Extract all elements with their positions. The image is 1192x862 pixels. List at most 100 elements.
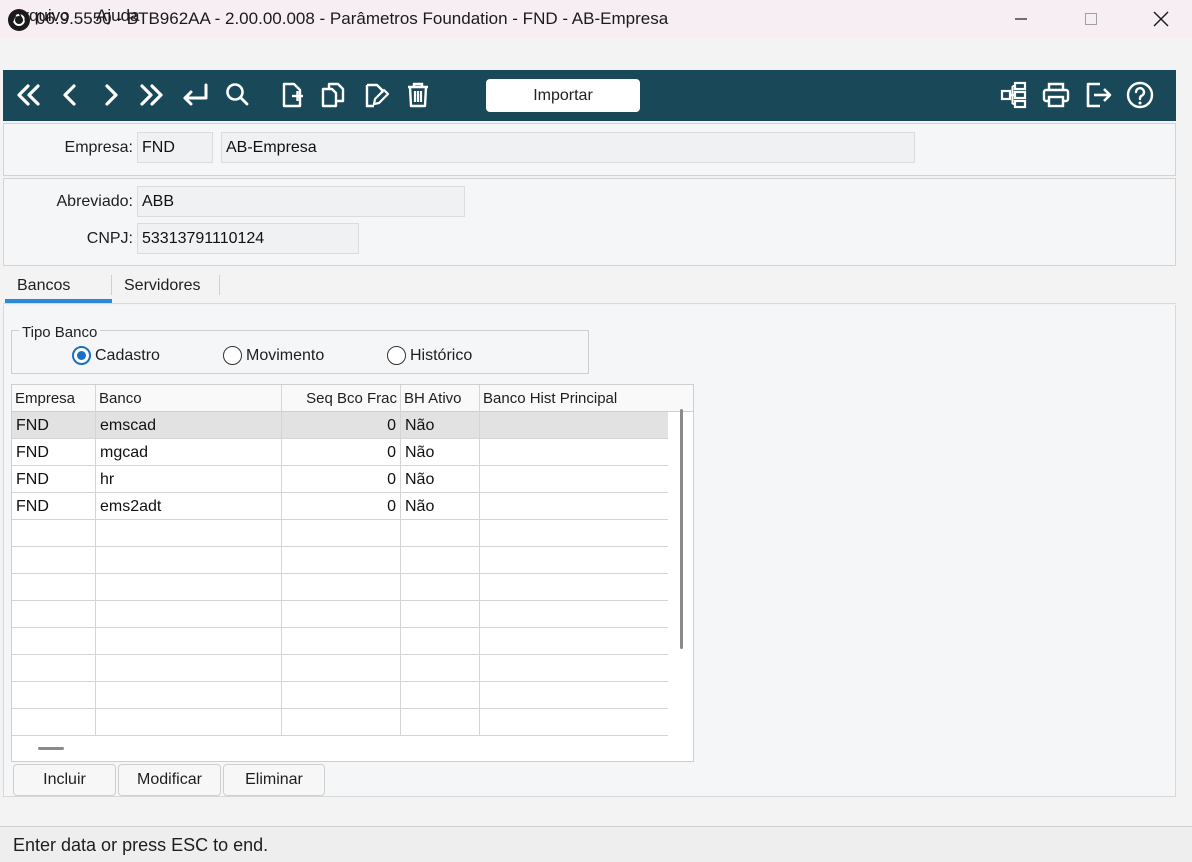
- cell-banco[interactable]: ems2adt: [96, 493, 282, 520]
- cell-bh-ativo[interactable]: Não: [401, 412, 480, 439]
- cell-empresa[interactable]: [12, 709, 96, 736]
- horizontal-scrollbar[interactable]: [38, 747, 64, 750]
- table-row[interactable]: FND hr 0 Não: [12, 466, 668, 493]
- cell-banco-hist-principal[interactable]: [480, 682, 668, 709]
- cell-banco[interactable]: [96, 709, 282, 736]
- cell-seq-bco-frac[interactable]: [282, 682, 401, 709]
- cell-banco[interactable]: [96, 574, 282, 601]
- cell-bh-ativo[interactable]: [401, 547, 480, 574]
- cell-banco-hist-principal[interactable]: [480, 412, 668, 439]
- minimize-button[interactable]: [998, 0, 1044, 38]
- column-header-empresa[interactable]: Empresa: [12, 385, 96, 412]
- previous-record-button[interactable]: [53, 78, 87, 112]
- cell-banco-hist-principal[interactable]: [480, 493, 668, 520]
- cell-banco[interactable]: [96, 520, 282, 547]
- column-header-seq-bco-frac[interactable]: Seq Bco Frac: [282, 385, 401, 412]
- eliminar-button[interactable]: Eliminar: [223, 764, 325, 796]
- abreviado-field[interactable]: ABB: [137, 186, 465, 217]
- cell-banco[interactable]: [96, 655, 282, 682]
- column-header-banco-hist-principal[interactable]: Banco Hist Principal: [480, 385, 693, 412]
- hierarchy-button[interactable]: [997, 78, 1031, 112]
- cell-empresa[interactable]: [12, 628, 96, 655]
- tab-servidores[interactable]: Servidores: [124, 277, 200, 295]
- cell-seq-bco-frac[interactable]: [282, 601, 401, 628]
- print-button[interactable]: [1039, 78, 1073, 112]
- help-button[interactable]: [1123, 78, 1157, 112]
- cell-seq-bco-frac[interactable]: 0: [282, 493, 401, 520]
- empty-table-row[interactable]: [12, 655, 668, 682]
- radio-cadastro[interactable]: [72, 346, 91, 365]
- cell-empresa[interactable]: [12, 682, 96, 709]
- cell-seq-bco-frac[interactable]: [282, 520, 401, 547]
- column-header-banco[interactable]: Banco: [96, 385, 282, 412]
- cell-bh-ativo[interactable]: [401, 628, 480, 655]
- cell-banco-hist-principal[interactable]: [480, 439, 668, 466]
- cell-seq-bco-frac[interactable]: 0: [282, 439, 401, 466]
- column-header-bh-ativo[interactable]: BH Ativo: [401, 385, 480, 412]
- cell-seq-bco-frac[interactable]: [282, 655, 401, 682]
- cell-empresa[interactable]: [12, 520, 96, 547]
- table-row[interactable]: FND ems2adt 0 Não: [12, 493, 668, 520]
- cell-banco-hist-principal[interactable]: [480, 520, 668, 547]
- empresa-code-field[interactable]: FND: [137, 132, 213, 163]
- cell-seq-bco-frac[interactable]: 0: [282, 412, 401, 439]
- cell-bh-ativo[interactable]: [401, 601, 480, 628]
- empty-table-row[interactable]: [12, 628, 668, 655]
- cell-banco-hist-principal[interactable]: [480, 466, 668, 493]
- exit-button[interactable]: [1081, 78, 1115, 112]
- empty-table-row[interactable]: [12, 574, 668, 601]
- cell-banco-hist-principal[interactable]: [480, 709, 668, 736]
- next-record-button[interactable]: [94, 78, 128, 112]
- cell-banco[interactable]: [96, 547, 282, 574]
- empresa-name-field[interactable]: AB-Empresa: [221, 132, 915, 163]
- radio-movimento[interactable]: [223, 346, 242, 365]
- goto-button[interactable]: [178, 78, 212, 112]
- cell-empresa[interactable]: FND: [12, 412, 96, 439]
- cell-banco-hist-principal[interactable]: [480, 547, 668, 574]
- cell-banco-hist-principal[interactable]: [480, 601, 668, 628]
- radio-historico-label[interactable]: Histórico: [410, 347, 472, 365]
- cell-bh-ativo[interactable]: [401, 520, 480, 547]
- cell-bh-ativo[interactable]: Não: [401, 493, 480, 520]
- radio-historico[interactable]: [387, 346, 406, 365]
- cell-banco-hist-principal[interactable]: [480, 628, 668, 655]
- importar-button[interactable]: Importar: [486, 79, 640, 112]
- menu-arquivo[interactable]: Arquivo: [12, 6, 70, 26]
- empty-table-row[interactable]: [12, 682, 668, 709]
- maximize-button[interactable]: [1068, 0, 1114, 38]
- cell-bh-ativo[interactable]: [401, 655, 480, 682]
- cell-seq-bco-frac[interactable]: 0: [282, 466, 401, 493]
- incluir-button[interactable]: Incluir: [13, 764, 116, 796]
- cell-seq-bco-frac[interactable]: [282, 709, 401, 736]
- cell-seq-bco-frac[interactable]: [282, 628, 401, 655]
- search-button[interactable]: [220, 78, 254, 112]
- cell-bh-ativo[interactable]: Não: [401, 466, 480, 493]
- empty-table-row[interactable]: [12, 520, 668, 547]
- cell-empresa[interactable]: [12, 655, 96, 682]
- radio-cadastro-label[interactable]: Cadastro: [95, 347, 160, 365]
- menu-ajuda[interactable]: Ajuda: [96, 6, 139, 26]
- cell-empresa[interactable]: FND: [12, 493, 96, 520]
- edit-record-button[interactable]: [359, 78, 393, 112]
- empty-table-row[interactable]: [12, 547, 668, 574]
- radio-movimento-label[interactable]: Movimento: [246, 347, 324, 365]
- bancos-grid[interactable]: Empresa Banco Seq Bco Frac BH Ativo Banc…: [11, 384, 694, 762]
- cell-banco-hist-principal[interactable]: [480, 574, 668, 601]
- cell-empresa[interactable]: [12, 574, 96, 601]
- empty-table-row[interactable]: [12, 601, 668, 628]
- delete-record-button[interactable]: [401, 78, 435, 112]
- last-record-button[interactable]: [135, 78, 169, 112]
- first-record-button[interactable]: [11, 78, 45, 112]
- cell-banco[interactable]: emscad: [96, 412, 282, 439]
- empty-table-row[interactable]: [12, 709, 668, 736]
- new-record-button[interactable]: [275, 78, 309, 112]
- cell-banco[interactable]: [96, 628, 282, 655]
- cell-empresa[interactable]: [12, 547, 96, 574]
- cell-banco[interactable]: mgcad: [96, 439, 282, 466]
- close-button[interactable]: [1138, 0, 1184, 38]
- cell-empresa[interactable]: FND: [12, 466, 96, 493]
- cell-bh-ativo[interactable]: [401, 574, 480, 601]
- copy-record-button[interactable]: [316, 78, 350, 112]
- vertical-scrollbar[interactable]: [680, 409, 683, 649]
- table-row[interactable]: FND mgcad 0 Não: [12, 439, 668, 466]
